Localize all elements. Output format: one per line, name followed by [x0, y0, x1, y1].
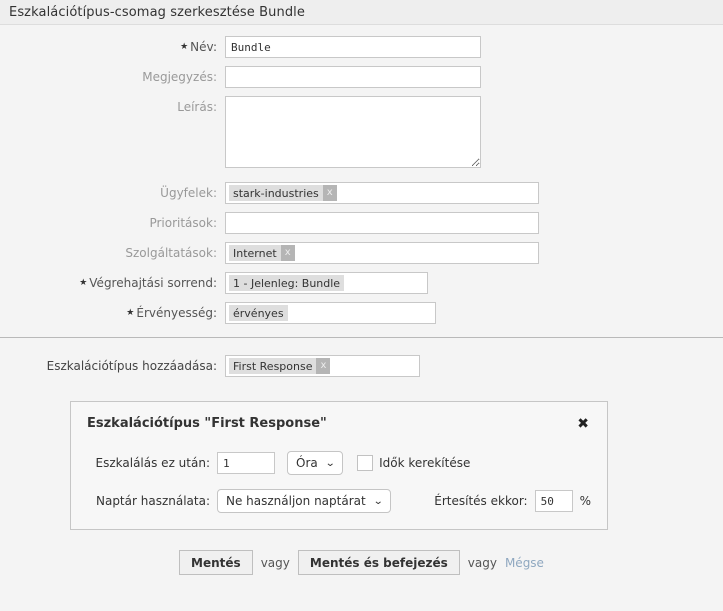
label-round-times: Idők kerekítése — [379, 456, 471, 470]
chip-validity[interactable]: érvényes — [229, 305, 288, 321]
section-divider — [0, 337, 723, 338]
form-action-bar: Mentés vagy Mentés és befejezés vagy Még… — [0, 550, 723, 575]
field-add-escalation-wrap: First Response x — [225, 355, 420, 377]
calendar-select[interactable]: Ne használjon naptárat ⌄ — [217, 489, 392, 513]
field-row-validity: ★ Érvényesség: érvényes — [0, 302, 723, 324]
chip-customer-label: stark-industries — [233, 186, 319, 200]
escalation-bundle-form: ★Név: Megjegyzés: Leírás: Ügyfelek: star… — [0, 25, 723, 575]
label-customers: Ügyfelek: — [160, 186, 217, 200]
field-comment-wrap — [225, 66, 481, 88]
required-star-icon: ★ — [180, 42, 189, 52]
field-name-wrap — [225, 36, 481, 58]
priorities-tokenbox[interactable] — [225, 212, 539, 234]
chevron-down-icon: ⌄ — [372, 495, 384, 507]
label-priorities: Prioritások: — [149, 216, 217, 230]
chip-execution-order-label: 1 - Jelenleg: Bundle — [233, 276, 341, 290]
escalation-panel-header: Eszkalációtípus "First Response" ✖ — [87, 416, 591, 431]
label-escalate-after: Eszkalálás ez után: — [95, 456, 210, 470]
validity-tokenbox[interactable]: érvényes — [225, 302, 436, 324]
round-times-checkbox[interactable] — [357, 455, 374, 471]
or-separator-1: vagy — [260, 555, 290, 570]
chip-service-label: Internet — [233, 246, 277, 260]
label-execution-order: ★ Végrehajtási sorrend: — [79, 276, 217, 290]
field-customers-wrap: stark-industries x — [225, 182, 539, 204]
notify-at-input[interactable] — [534, 490, 573, 512]
chevron-down-icon: ⌄ — [324, 457, 336, 469]
label-description: Leírás: — [177, 100, 217, 114]
chip-remove-icon[interactable]: x — [322, 185, 337, 201]
label-comment: Megjegyzés: — [142, 70, 217, 84]
field-row-customers: Ügyfelek: stark-industries x — [0, 182, 723, 204]
chip-escalation-type[interactable]: First Response x — [229, 358, 331, 374]
field-row-add-escalation-type: Eszkalációtípus hozzáadása: First Respon… — [0, 355, 723, 377]
window-title: Eszkalációtípus-csomag szerkesztése Bund… — [9, 4, 305, 20]
notify-at-group: Értesítés ekkor: % — [434, 490, 591, 512]
required-star-icon: ★ — [79, 278, 88, 288]
chip-validity-label: érvényes — [233, 306, 284, 320]
description-textarea[interactable] — [225, 96, 481, 168]
field-row-comment: Megjegyzés: — [0, 66, 723, 88]
escalation-panel-title: Eszkalációtípus "First Response" — [87, 416, 327, 431]
execution-order-tokenbox[interactable]: 1 - Jelenleg: Bundle — [225, 272, 428, 294]
required-star-icon: ★ — [126, 308, 135, 318]
window-titlebar: Eszkalációtípus-csomag szerkesztése Bund… — [0, 0, 723, 25]
field-services-wrap: Internet x — [225, 242, 539, 264]
escalation-type-panel: Eszkalációtípus "First Response" ✖ Eszka… — [70, 401, 608, 530]
label-name: ★ Név: — [180, 40, 217, 54]
escalate-after-unit-select[interactable]: Óra ⌄ — [287, 451, 344, 475]
field-row-description: Leírás: — [0, 96, 723, 168]
percent-sign: % — [579, 494, 591, 508]
chip-customer[interactable]: stark-industries x — [229, 185, 337, 201]
label-services: Szolgáltatások: — [125, 246, 217, 260]
escalate-after-unit-value: Óra — [296, 456, 318, 470]
field-description-wrap — [225, 96, 481, 168]
add-escalation-tokenbox[interactable]: First Response x — [225, 355, 420, 377]
services-tokenbox[interactable]: Internet x — [225, 242, 539, 264]
field-row-execution-order: ★ Végrehajtási sorrend: 1 - Jelenleg: Bun… — [0, 272, 723, 294]
or-separator-2: vagy — [467, 555, 497, 570]
cancel-link[interactable]: Mégse — [505, 556, 544, 570]
customers-tokenbox[interactable]: stark-industries x — [225, 182, 539, 204]
label-calendar-usage: Naptár használata: — [95, 494, 210, 508]
field-priorities-wrap — [225, 212, 539, 234]
field-row-name: ★ Név: — [0, 36, 723, 58]
save-button[interactable]: Mentés — [179, 550, 253, 575]
calendar-row: Naptár használata: Ne használjon naptára… — [87, 489, 591, 513]
chip-escalation-type-label: First Response — [233, 359, 313, 373]
field-validity-wrap: érvényes — [225, 302, 436, 324]
chip-remove-icon[interactable]: x — [316, 358, 331, 374]
escalate-after-row: Eszkalálás ez után: Óra ⌄ Idők kerekítés… — [87, 451, 591, 475]
save-and-finish-button[interactable]: Mentés és befejezés — [297, 550, 460, 575]
chip-service[interactable]: Internet x — [229, 245, 295, 261]
calendar-select-value: Ne használjon naptárat — [226, 494, 366, 508]
comment-input[interactable] — [225, 66, 481, 88]
escalate-after-input[interactable] — [217, 452, 275, 474]
field-row-priorities: Prioritások: — [0, 212, 723, 234]
field-row-services: Szolgáltatások: Internet x — [0, 242, 723, 264]
label-add-escalation-type: Eszkalációtípus hozzáadása: — [46, 359, 217, 373]
label-validity: ★ Érvényesség: — [126, 306, 217, 320]
chip-remove-icon[interactable]: x — [280, 245, 295, 261]
field-execution-order-wrap: 1 - Jelenleg: Bundle — [225, 272, 428, 294]
label-notify-at: Értesítés ekkor: — [434, 494, 528, 508]
chip-execution-order[interactable]: 1 - Jelenleg: Bundle — [229, 275, 345, 291]
name-input[interactable] — [225, 36, 481, 58]
close-icon[interactable]: ✖ — [575, 417, 591, 431]
